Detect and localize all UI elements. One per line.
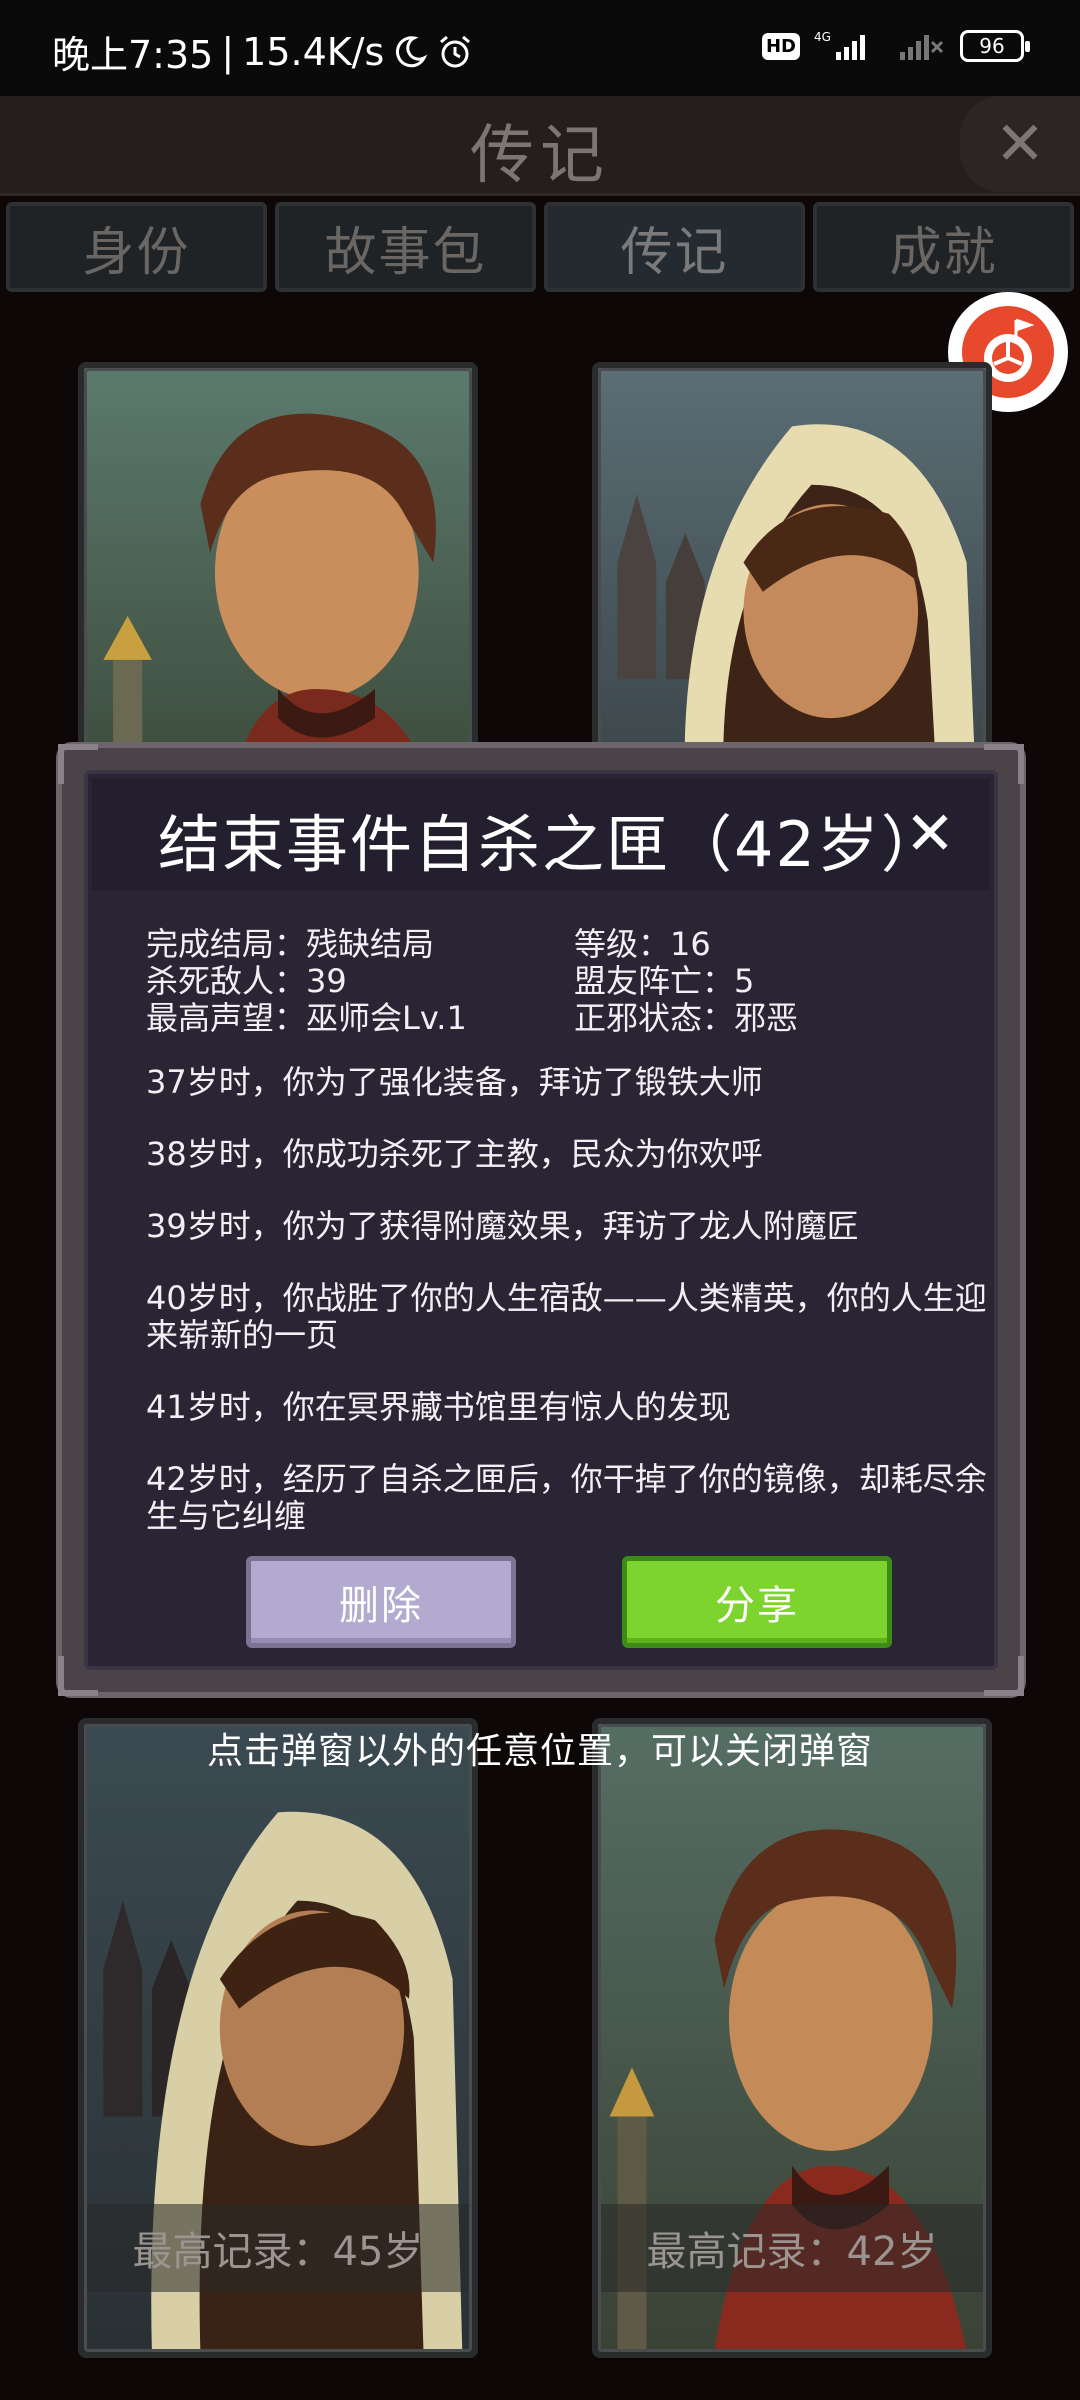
title-bar: 传记 ✕ bbox=[0, 96, 1080, 196]
battery-icon: 96 bbox=[960, 30, 1030, 62]
record-label: 最高记录：45岁 bbox=[84, 2204, 472, 2292]
tab-bar: 身份 故事包 传记 成就 bbox=[0, 202, 1080, 298]
moon-icon bbox=[396, 35, 428, 67]
svg-text:4G: 4G bbox=[814, 30, 831, 44]
event-item: 40岁时，你战胜了你的人生宿敌——人类精英，你的人生迎来崭新的一页 bbox=[146, 1279, 987, 1354]
close-page-button[interactable]: ✕ bbox=[960, 96, 1080, 192]
status-left: 晚上7:35 | 15.4K/s bbox=[52, 24, 474, 79]
event-item: 41岁时，你在冥界藏书馆里有惊人的发现 bbox=[146, 1388, 731, 1426]
record-label: 最高记录：42岁 bbox=[598, 2204, 986, 2292]
portrait-image bbox=[598, 368, 986, 796]
biography-card[interactable] bbox=[78, 362, 478, 802]
tab-story-pack[interactable]: 故事包 bbox=[275, 202, 536, 292]
signal-2-icon bbox=[900, 35, 944, 60]
modal-close-button[interactable]: ✕ bbox=[870, 778, 990, 890]
stats-grid: 完成结局：残缺结局 等级：16 杀死敌人：39 盟友阵亡：5 最高声望：巫师会L… bbox=[146, 926, 1006, 1037]
biography-card[interactable] bbox=[592, 362, 992, 802]
event-item: 42岁时，经历了自杀之匣后，你干掉了你的镜像，却耗尽余生与它纠缠 bbox=[146, 1460, 987, 1535]
status-divider: | bbox=[221, 29, 235, 74]
biography-card[interactable]: 最高记录：42岁 bbox=[592, 1718, 992, 2358]
event-item: 38岁时，你成功杀死了主教，民众为你欢呼 bbox=[146, 1135, 763, 1173]
stat-level: 等级：16 bbox=[574, 925, 711, 963]
stat-ally-deaths: 盟友阵亡：5 bbox=[574, 962, 755, 1000]
modal-body: 结束事件自杀之匣（42岁） ✕ 完成结局：残缺结局 等级：16 杀死敌人：39 … bbox=[84, 770, 998, 1670]
page-title: 传记 bbox=[470, 119, 610, 193]
stat-reputation: 最高声望：巫师会Lv.1 bbox=[146, 999, 467, 1037]
event-item: 37岁时，你为了强化装备，拜访了锻铁大师 bbox=[146, 1063, 763, 1101]
share-button[interactable]: 分享 bbox=[622, 1556, 892, 1648]
hd-badge: HD bbox=[761, 32, 800, 60]
close-icon: ✕ bbox=[994, 109, 1046, 179]
modal-header: 结束事件自杀之匣（42岁） ✕ bbox=[92, 778, 990, 890]
tab-achievements[interactable]: 成就 bbox=[813, 202, 1074, 292]
tab-identity[interactable]: 身份 bbox=[6, 202, 267, 292]
status-speed: 15.4K/s bbox=[242, 29, 385, 74]
status-time: 晚上7:35 bbox=[52, 33, 214, 77]
event-item: 39岁时，你为了获得附魔效果，拜访了龙人附魔匠 bbox=[146, 1207, 859, 1245]
biography-card[interactable]: 最高记录：45岁 bbox=[78, 1718, 478, 2358]
stat-ending: 完成结局：残缺结局 bbox=[146, 925, 435, 963]
modal-title: 结束事件自杀之匣（42岁） bbox=[158, 808, 945, 881]
status-bar: 晚上7:35 | 15.4K/s HD 4G 96 bbox=[0, 0, 1080, 96]
delete-button[interactable]: 删除 bbox=[246, 1556, 516, 1648]
close-hint: 点击弹窗以外的任意位置，可以关闭弹窗 bbox=[206, 1731, 873, 1772]
alarm-icon bbox=[440, 35, 471, 67]
portrait-image bbox=[84, 368, 472, 796]
biography-modal: 结束事件自杀之匣（42岁） ✕ 完成结局：残缺结局 等级：16 杀死敌人：39 … bbox=[56, 742, 1026, 1698]
stat-alignment: 正邪状态：邪恶 bbox=[574, 999, 799, 1037]
battery-level: 96 bbox=[979, 34, 1005, 58]
status-right: HD 4G 96 bbox=[761, 30, 1030, 62]
event-list: 37岁时，你为了强化装备，拜访了锻铁大师 38岁时，你成功杀死了主教，民众为你欢… bbox=[146, 1064, 1006, 1570]
close-icon: ✕ bbox=[904, 799, 956, 869]
tab-biography[interactable]: 传记 bbox=[544, 202, 805, 292]
stat-kills: 杀死敌人：39 bbox=[146, 962, 347, 1000]
signal-icon: 4G bbox=[814, 30, 865, 60]
